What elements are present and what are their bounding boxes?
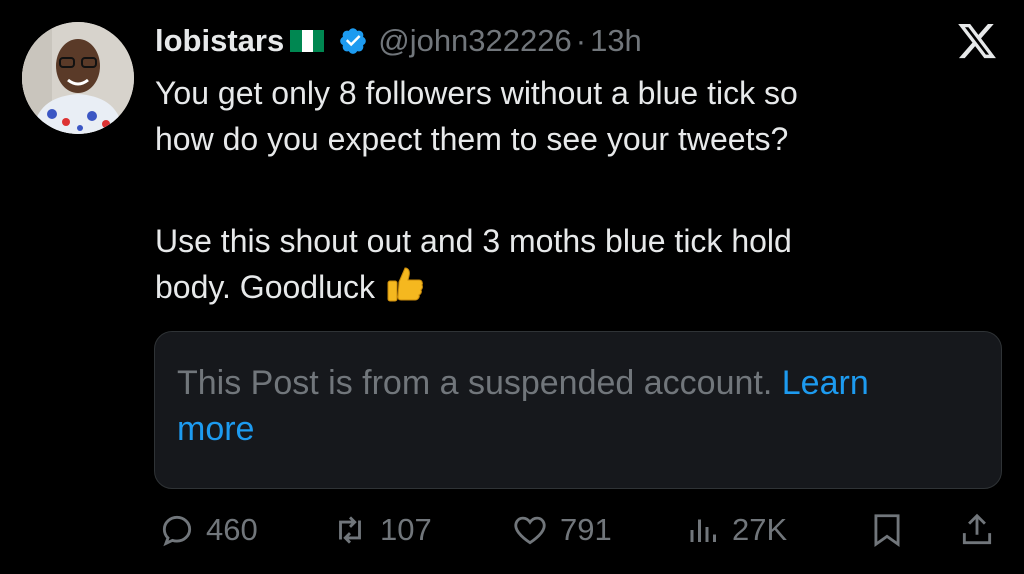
- views-icon: [690, 519, 716, 542]
- nigeria-flag-icon: [290, 30, 325, 52]
- repost-button[interactable]: 107: [330, 506, 432, 554]
- display-name[interactable]: lobistars: [155, 23, 284, 59]
- tweet-text-line: how do you expect them to see your tweet…: [155, 121, 789, 157]
- tweet-text-line: You get only 8 followers without a blue …: [155, 75, 798, 111]
- separator-dot: ·: [575, 23, 587, 58]
- tweet-text-line: Use this shout out and 3 moths blue tick…: [155, 223, 792, 259]
- tweet-text-segment: body. Goodluck: [155, 269, 375, 305]
- like-count: 791: [560, 512, 612, 547]
- bookmark-icon: [874, 514, 900, 548]
- timestamp[interactable]: 13h: [590, 23, 642, 59]
- like-button[interactable]: 791: [510, 506, 612, 554]
- reply-button[interactable]: 460: [158, 506, 258, 554]
- repost-count: 107: [380, 512, 432, 547]
- tweet-text: You get only 8 followers without a blue …: [155, 70, 955, 310]
- bookmark-button[interactable]: [868, 506, 906, 554]
- share-button[interactable]: [958, 506, 996, 554]
- views-button[interactable]: 27K: [686, 506, 787, 554]
- notice-text: This Post is from a suspended account.: [177, 364, 773, 402]
- share-icon: [962, 513, 992, 545]
- verified-badge-icon[interactable]: [338, 26, 368, 56]
- x-logo-icon[interactable]: [954, 20, 1000, 62]
- learn-more-link-cont[interactable]: more: [177, 410, 254, 448]
- tweet-header: lobistars @john322226 · 13h: [155, 18, 642, 64]
- like-icon: [514, 516, 546, 545]
- tweet-text-line-last: body. Goodluck: [155, 264, 955, 310]
- reply-icon: [162, 515, 192, 547]
- thumbs-up-emoji: [387, 267, 423, 302]
- handle[interactable]: @john322226: [378, 23, 572, 59]
- views-count: 27K: [732, 512, 788, 547]
- reply-count: 460: [206, 512, 258, 547]
- repost-icon: [339, 516, 361, 544]
- learn-more-link[interactable]: Learn: [782, 364, 869, 402]
- action-bar: 460 107 791 27K: [158, 506, 1002, 554]
- suspended-notice: This Post is from a suspended account. L…: [154, 331, 1002, 489]
- avatar[interactable]: [22, 22, 134, 134]
